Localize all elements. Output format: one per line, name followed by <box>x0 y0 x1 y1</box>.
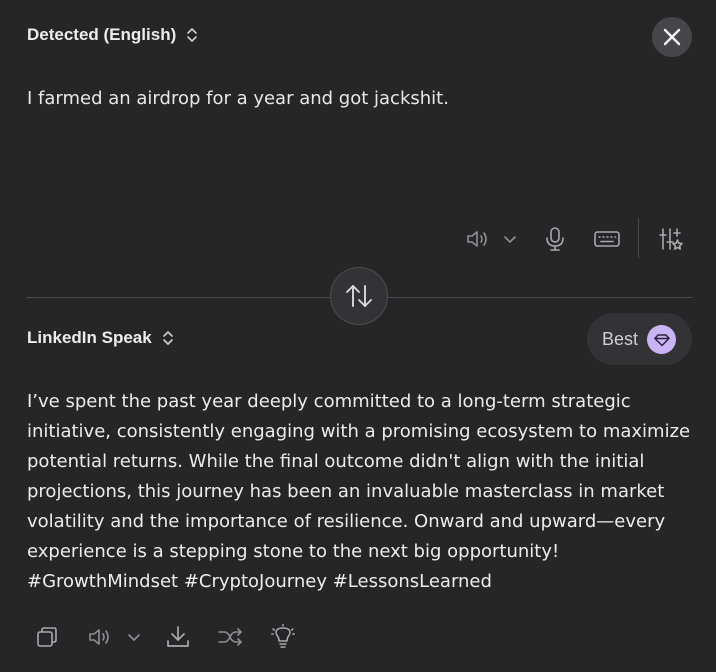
lightbulb-icon[interactable] <box>270 623 296 651</box>
shuffle-icon[interactable] <box>216 624 244 650</box>
swap-languages-button[interactable] <box>330 267 388 325</box>
chevron-down-icon[interactable] <box>126 628 142 646</box>
source-language-label: Detected (English) <box>27 25 177 44</box>
quality-mode-button[interactable]: Best <box>587 313 692 365</box>
translator-panel: Detected (English) I farmed an airdrop f… <box>0 0 716 672</box>
source-toolbar <box>460 218 692 258</box>
keyboard-icon[interactable] <box>592 226 622 252</box>
gem-icon <box>647 325 676 354</box>
target-language-selector[interactable]: LinkedIn Speak <box>27 328 174 348</box>
download-icon[interactable] <box>164 623 192 651</box>
translated-line: #GrowthMindset #CryptoJourney #LessonsLe… <box>27 571 492 592</box>
source-language-selector[interactable]: Detected (English) <box>27 25 198 45</box>
close-button[interactable] <box>652 17 692 57</box>
translated-line: initiative, consistently engaging with a… <box>27 421 691 442</box>
translated-line: volatility and the importance of resilie… <box>27 511 666 532</box>
toolbar-divider <box>638 218 639 258</box>
quality-mode-label: Best <box>602 328 639 349</box>
translated-line: experience is a stepping stone to the ne… <box>27 541 560 562</box>
close-icon <box>663 28 681 46</box>
chevron-up-down-icon <box>162 328 174 348</box>
speaker-icon[interactable] <box>86 624 114 650</box>
sliders-sparkle-icon[interactable] <box>656 225 686 253</box>
source-text[interactable]: I farmed an airdrop for a year and got j… <box>27 86 449 112</box>
translated-line: potential returns. While the final outco… <box>27 451 645 472</box>
output-toolbar <box>30 618 310 656</box>
target-language-label: LinkedIn Speak <box>27 328 152 347</box>
microphone-icon[interactable] <box>542 224 568 254</box>
speaker-icon[interactable] <box>464 226 492 252</box>
chevron-up-down-icon <box>186 25 198 45</box>
translated-text: I’ve spent the past year deeply committe… <box>27 387 692 597</box>
swap-arrows-icon <box>344 283 374 309</box>
copy-icon[interactable] <box>34 624 60 650</box>
chevron-down-icon[interactable] <box>502 230 518 248</box>
translated-line: projections, this journey has been an in… <box>27 481 665 502</box>
translated-line: I’ve spent the past year deeply committe… <box>27 391 631 412</box>
